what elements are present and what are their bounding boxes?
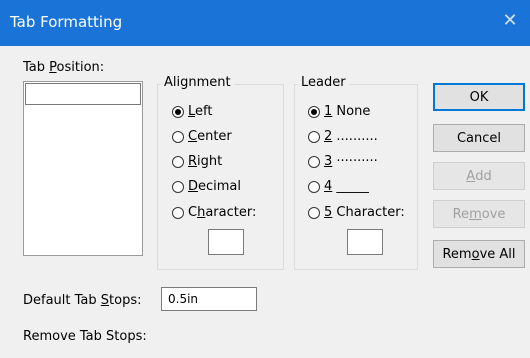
alignment-center-radio[interactable]: Center: [172, 129, 232, 144]
radio-icon: [172, 206, 184, 219]
default-tab-stops-input[interactable]: 0.5in: [161, 287, 257, 311]
radio-icon: [308, 130, 320, 143]
leader-underline-radio[interactable]: 4 _____: [308, 179, 369, 194]
cancel-button[interactable]: Cancel: [433, 124, 525, 152]
alignment-center-label: Center: [188, 129, 232, 144]
leader-dots-label: 2 ..........: [324, 129, 378, 144]
leader-character-label: 5 Character:: [324, 205, 405, 220]
alignment-character-radio[interactable]: Character:: [172, 205, 256, 220]
radio-selected-icon: [308, 105, 320, 118]
radio-icon: [172, 130, 184, 143]
leader-character-radio[interactable]: 5 Character:: [308, 205, 405, 220]
leader-none-radio[interactable]: 1 None: [308, 104, 370, 119]
title-bar: Tab Formatting ✕: [0, 0, 530, 46]
alignment-right-radio[interactable]: Right: [172, 154, 222, 169]
radio-icon: [308, 155, 320, 168]
leader-group-title: Leader: [298, 75, 349, 90]
close-icon[interactable]: ✕: [500, 11, 520, 31]
alignment-group-title: Alignment: [161, 75, 234, 90]
alignment-left-label: Left: [188, 104, 213, 119]
default-tab-stops-label: Default Tab Stops:: [23, 293, 142, 308]
remove-all-button[interactable]: Rem o ve All: [433, 240, 525, 268]
remove-button[interactable]: Re m ove: [433, 200, 525, 228]
remove-tab-stops-label: Remove Tab Stops:: [23, 329, 147, 344]
alignment-character-input[interactable]: [208, 229, 244, 255]
radio-selected-icon: [172, 105, 184, 118]
radio-icon: [172, 180, 184, 193]
leader-character-input[interactable]: [347, 229, 383, 255]
window-title: Tab Formatting: [10, 13, 123, 31]
alignment-left-radio[interactable]: Left: [172, 104, 212, 119]
tab-position-label: Tab Position:: [23, 60, 105, 75]
add-button[interactable]: Add: [433, 162, 525, 190]
radio-icon: [308, 180, 320, 193]
ok-button[interactable]: OK: [433, 83, 525, 111]
leader-underline-label: 4 _____: [324, 179, 369, 194]
radio-icon: [172, 155, 184, 168]
leader-dots-radio[interactable]: 2 ..........: [308, 129, 378, 144]
leader-middots-radio[interactable]: 3 ··········: [308, 154, 378, 169]
leader-middots-label: 3 ··········: [324, 154, 378, 169]
radio-icon: [308, 206, 320, 219]
alignment-right-label: Right: [188, 154, 223, 169]
tab-position-input[interactable]: [25, 83, 141, 105]
alignment-decimal-label: Decimal: [188, 179, 242, 194]
alignment-decimal-radio[interactable]: Decimal: [172, 179, 241, 194]
tab-position-list[interactable]: [23, 81, 143, 256]
alignment-character-label: Character:: [188, 205, 257, 220]
leader-none-label: 1 None: [324, 104, 371, 119]
